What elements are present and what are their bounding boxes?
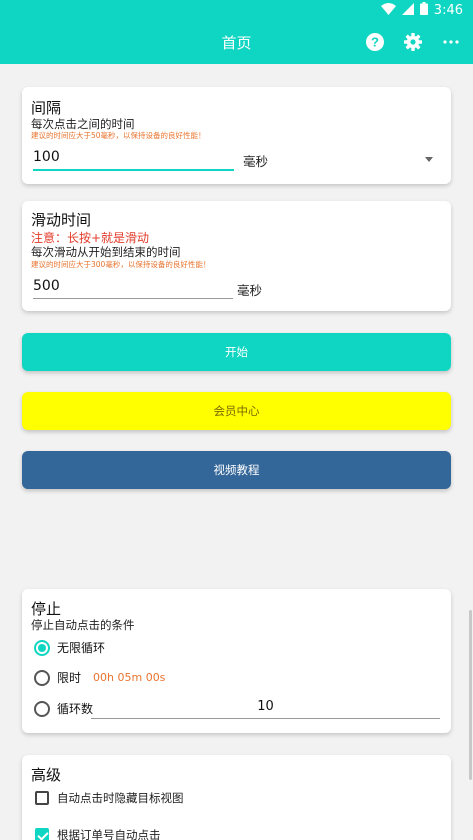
time-limit-value[interactable]: 00h 05m 00s [93, 671, 165, 684]
interval-title: 间隔 [31, 99, 62, 117]
swipe-tip: 建议的时间应大于300毫秒，以保持设备的良好性能！ [31, 260, 211, 269]
radio-unselected-icon [34, 700, 50, 717]
radio-infinite-loop[interactable]: 无限循环 [34, 639, 105, 656]
scrollbar[interactable] [469, 610, 472, 780]
advanced-card: 高级 自动点击时隐藏目标视图 根据订单号自动点击 [22, 755, 451, 840]
advanced-title: 高级 [31, 766, 62, 784]
gear-icon [404, 33, 422, 51]
swipe-input[interactable]: 500 [33, 278, 233, 299]
stop-title: 停止 [31, 600, 62, 618]
swipe-subtitle: 每次滑动从开始到结束的时间 [31, 245, 181, 259]
signal-icon [401, 2, 414, 19]
interval-tip: 建议的时间应大于50毫秒，以保持设备的良好性能！ [31, 131, 206, 140]
radio-time-limit-label: 限时 [57, 671, 82, 685]
interval-unit-select[interactable]: 毫秒 [243, 151, 433, 170]
radio-selected-icon [34, 639, 50, 656]
radio-loop-count-label: 循环数 [57, 702, 94, 716]
status-time: 3:46 [433, 3, 463, 18]
interval-unit: 毫秒 [243, 154, 269, 169]
stop-subtitle: 停止自动点击的条件 [31, 618, 135, 632]
radio-time-limit[interactable]: 限时 00h 05m 00s [34, 669, 165, 686]
member-center-button[interactable]: 会员中心 [22, 392, 451, 430]
battery-icon [419, 2, 428, 19]
radio-loop-count[interactable]: 循环数 [34, 700, 93, 717]
swipe-card: 滑动时间 注意：长按+就是滑动 每次滑动从开始到结束的时间 建议的时间应大于30… [22, 201, 451, 311]
auto-click-order-checkbox-row[interactable]: 根据订单号自动点击 [35, 827, 161, 840]
swipe-unit: 毫秒 [237, 283, 263, 298]
settings-button[interactable] [402, 31, 424, 53]
loop-count-input[interactable]: 10 [91, 699, 440, 719]
hide-view-label: 自动点击时隐藏目标视图 [57, 791, 184, 805]
video-tutorial-button[interactable]: 视频教程 [22, 451, 451, 489]
interval-input[interactable]: 100 [33, 149, 234, 171]
interval-card: 间隔 每次点击之间的时间 建议的时间应大于50毫秒，以保持设备的良好性能！ 10… [22, 87, 451, 184]
hide-view-checkbox-row[interactable]: 自动点击时隐藏目标视图 [35, 790, 184, 806]
stop-card: 停止 停止自动点击的条件 无限循环 限时 00h 05m 00s 循环数 10 [22, 589, 451, 733]
help-icon: ? [366, 33, 384, 51]
more-dots-icon [443, 40, 459, 44]
start-button[interactable]: 开始 [22, 333, 451, 371]
app-bar: 首页 ? [0, 20, 473, 64]
radio-unselected-icon [34, 669, 50, 686]
checkbox-checked-icon [35, 828, 49, 840]
status-bar: 3:46 [0, 0, 473, 20]
more-button[interactable] [440, 31, 462, 53]
checkbox-unchecked-icon [35, 791, 49, 805]
dropdown-arrow-icon [425, 157, 433, 162]
radio-infinite-label: 无限循环 [57, 641, 106, 655]
wifi-icon [380, 2, 396, 19]
help-button[interactable]: ? [364, 31, 386, 53]
swipe-title: 滑动时间 [31, 211, 92, 229]
auto-click-order-label: 根据订单号自动点击 [57, 828, 161, 840]
svg-text:?: ? [371, 35, 379, 50]
